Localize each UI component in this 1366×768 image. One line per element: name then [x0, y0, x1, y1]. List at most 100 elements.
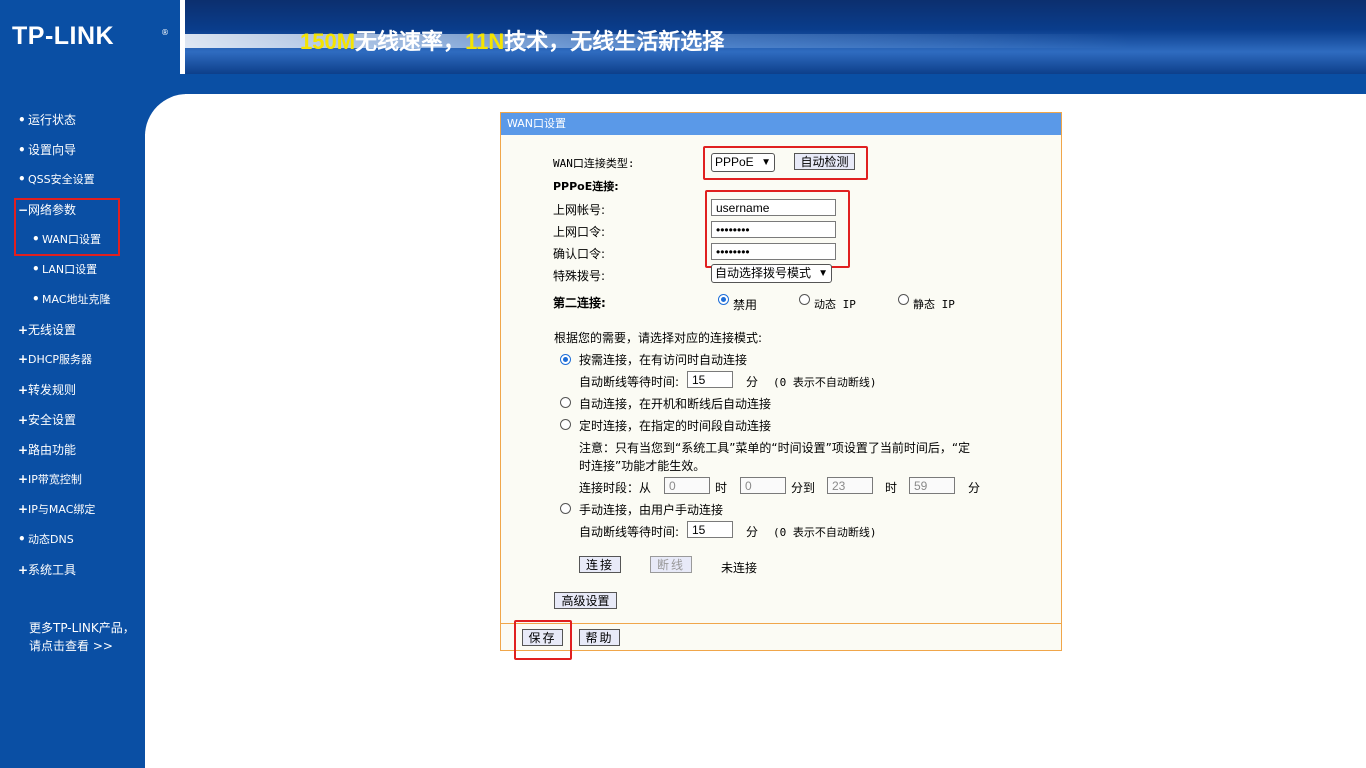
hour-unit-2: 时 — [885, 481, 898, 495]
hour-unit-1: 时 — [715, 481, 728, 495]
mode-manual-label: 手动连接，由用户手动连接 — [579, 503, 724, 517]
logo-area: TP-LINK ® — [0, 0, 180, 74]
sidebar-item-status[interactable]: • 运行状态 — [18, 111, 76, 128]
sidebar-item-qss[interactable]: • QSS安全设置 — [18, 171, 95, 187]
minute-to-label: 分到 — [791, 481, 816, 495]
bullet-icon: • — [32, 292, 40, 306]
expand-icon: + — [18, 413, 29, 427]
sidebar-item-system-tools[interactable]: +系统工具 — [18, 561, 76, 578]
sidebar-item-ip-mac-binding[interactable]: +IP与MAC绑定 — [18, 501, 95, 517]
mode-auto-radio[interactable] — [560, 397, 571, 408]
special-dial-select[interactable]: 自动选择拨号模式 ▼ — [711, 264, 832, 283]
timed-note-line-2: 时连接”功能才能生效。 — [579, 459, 706, 473]
sidebar-item-security[interactable]: +安全设置 — [18, 411, 76, 428]
sidebar-item-mac-clone[interactable]: • MAC地址克隆 — [32, 291, 111, 307]
special-dial-label: 特殊拨号: — [553, 269, 606, 283]
expand-icon: + — [18, 383, 29, 397]
idle-time-input-2[interactable]: 15 — [687, 521, 733, 538]
sidebar-item-label: DHCP服务器 — [28, 353, 93, 366]
bullet-icon: • — [18, 113, 26, 127]
expand-icon: + — [18, 563, 29, 577]
mode-prompt: 根据您的需要，请选择对应的连接模式: — [554, 331, 763, 345]
connect-button[interactable]: 连接 — [579, 556, 621, 573]
expand-icon: + — [18, 443, 29, 457]
from-minute-input[interactable]: 0 — [740, 477, 786, 494]
second-conn-static-ip-label: 静态 IP — [913, 298, 955, 311]
minute-unit: 分 — [968, 481, 981, 495]
mode-timed-label: 定时连接，在指定的时间段自动连接 — [579, 419, 772, 433]
pppoe-section-header: PPPoE连接: — [553, 180, 619, 193]
sidebar-item-label: QSS安全设置 — [28, 173, 95, 186]
sidebar-item-label: 运行状态 — [28, 113, 77, 127]
sidebar-item-routing[interactable]: +路由功能 — [18, 441, 76, 458]
timed-note-line-1: 注意：只有当您到“系统工具”菜单的“时间设置”项设置了当前时间后，“定 — [579, 441, 971, 455]
second-conn-dynamic-ip-radio[interactable] — [799, 294, 810, 305]
disconnect-button[interactable]: 断线 — [650, 556, 692, 573]
sidebar-item-label: 路由功能 — [28, 443, 77, 457]
sidebar-item-label: LAN口设置 — [42, 263, 98, 276]
sidebar-item-label: 动态DNS — [28, 533, 74, 546]
advanced-settings-button[interactable]: 高级设置 — [554, 592, 617, 609]
header-stripe — [0, 74, 1366, 94]
sidebar-item-label: IP与MAC绑定 — [28, 503, 96, 516]
sidebar-annotation-box — [14, 198, 120, 256]
idle-note-2: (0 表示不自动断线) — [773, 526, 877, 539]
special-dial-value: 自动选择拨号模式 — [715, 266, 812, 280]
mode-timed-radio[interactable] — [560, 419, 571, 430]
sidebar-item-label: 无线设置 — [28, 323, 77, 337]
sidebar-item-label: MAC地址克隆 — [42, 293, 111, 306]
mode-manual-radio[interactable] — [560, 503, 571, 514]
slogan-text-2: 技术，无线生活新选择 — [504, 29, 725, 54]
idle-unit-2: 分 — [746, 525, 759, 539]
more-products-line-1: 更多TP-LINK产品， — [29, 621, 135, 635]
to-hour-input[interactable]: 23 — [827, 477, 873, 494]
sidebar-item-wireless[interactable]: +无线设置 — [18, 321, 76, 338]
slogan-11n: 11N — [465, 29, 505, 54]
sidebar-item-setup-wizard[interactable]: • 设置向导 — [18, 141, 76, 158]
idle-time-label-2: 自动断线等待时间: — [579, 525, 680, 539]
sidebar-item-lan[interactable]: • LAN口设置 — [32, 261, 97, 277]
sidebar-item-forwarding[interactable]: +转发规则 — [18, 381, 76, 398]
header: TP-LINK ® 150M无线速率，11N技术，无线生活新选择 — [0, 0, 1366, 94]
idle-time-label-1: 自动断线等待时间: — [579, 375, 680, 389]
mode-on-demand-radio[interactable] — [560, 354, 571, 365]
period-label: 连接时段：从 — [579, 481, 652, 495]
idle-note-1: (0 表示不自动断线) — [773, 376, 877, 389]
sidebar-item-label: 转发规则 — [28, 383, 77, 397]
sidebar-item-ddns[interactable]: • 动态DNS — [18, 531, 74, 547]
confirm-password-label: 确认口令: — [553, 247, 606, 261]
idle-unit-1: 分 — [746, 375, 759, 389]
bullet-icon: • — [18, 172, 26, 186]
more-products-link[interactable]: 更多TP-LINK产品， 请点击查看 >> — [29, 619, 135, 655]
sidebar — [0, 94, 145, 768]
content-corner-curve — [145, 94, 225, 174]
to-minute-input[interactable]: 59 — [909, 477, 955, 494]
help-button[interactable]: 帮助 — [579, 629, 620, 646]
expand-icon: + — [18, 502, 29, 516]
expand-icon: + — [18, 352, 29, 366]
wan-settings-panel: WAN口设置 WAN口连接类型: PPPoE ▼ 自动检测 PPPoE连接: 上网… — [500, 112, 1062, 660]
second-conn-static-ip-radio[interactable] — [898, 294, 909, 305]
expand-icon: + — [18, 323, 29, 337]
connection-status: 未连接 — [721, 561, 758, 575]
wan-type-label: WAN口连接类型: — [553, 157, 635, 170]
second-conn-dynamic-ip-label: 动态 IP — [814, 298, 856, 311]
mode-auto-label: 自动连接，在开机和断线后自动连接 — [579, 397, 772, 411]
panel-title: WAN口设置 — [501, 113, 1061, 135]
password-label: 上网口令: — [553, 225, 606, 239]
credentials-annotation-box — [705, 190, 850, 268]
sidebar-item-label: 系统工具 — [28, 563, 77, 577]
idle-time-input-1[interactable]: 15 — [687, 371, 733, 388]
second-connection-label: 第二连接: — [553, 296, 606, 310]
sidebar-item-label: 安全设置 — [28, 413, 77, 427]
bullet-icon: • — [32, 262, 40, 276]
registered-mark: ® — [161, 28, 169, 37]
sidebar-item-label: 设置向导 — [28, 143, 77, 157]
slogan-text-1: 无线速率， — [355, 29, 466, 54]
second-conn-disable-radio[interactable] — [718, 294, 729, 305]
second-conn-disable-label: 禁用 — [733, 298, 758, 312]
sidebar-item-dhcp[interactable]: +DHCP服务器 — [18, 351, 92, 367]
slogan-speed: 150M — [300, 29, 356, 54]
sidebar-item-bandwidth[interactable]: +IP带宽控制 — [18, 471, 82, 487]
from-hour-input[interactable]: 0 — [664, 477, 710, 494]
